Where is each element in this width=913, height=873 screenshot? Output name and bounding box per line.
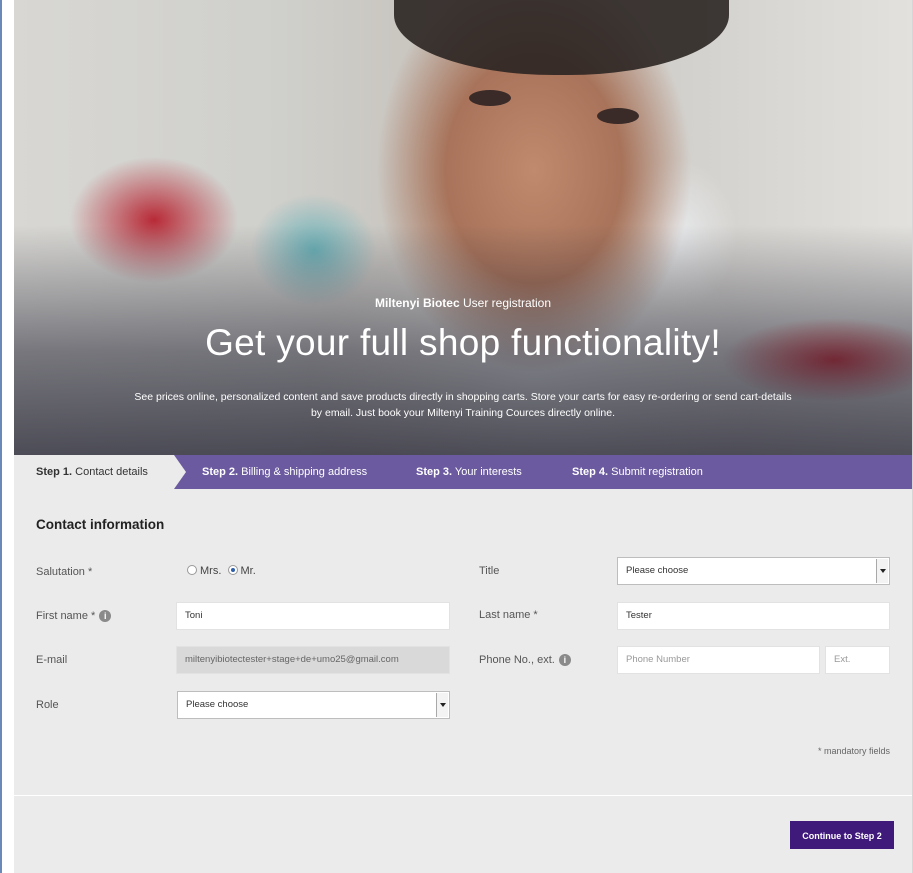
radio-mr[interactable] (227, 565, 238, 575)
first-name-label: First name * i (36, 610, 112, 623)
salutation-radio-group: Mrs. Mr. (187, 565, 256, 577)
last-name-field[interactable]: Tester (617, 602, 890, 630)
phone-number-field[interactable]: Phone Number (617, 646, 820, 674)
step-contact-details[interactable]: Step 1. Contact details (14, 455, 186, 489)
section-title: Contact information (36, 517, 165, 532)
radio-mrs-label[interactable]: Mrs. (200, 565, 221, 577)
radio-mr-label[interactable]: Mr. (241, 565, 256, 577)
info-icon[interactable]: i (99, 610, 112, 623)
hero-banner: Miltenyi Biotec User registration Get yo… (14, 0, 912, 455)
hero-brand: Miltenyi Biotec User registration (14, 296, 912, 310)
email-label: E-mail (36, 654, 68, 666)
radio-mrs[interactable] (187, 565, 197, 575)
email-field[interactable]: miltenyibiotectester+stage+de+umo25@gmai… (176, 646, 450, 674)
role-label: Role (36, 699, 59, 711)
registration-steps: Step 1. Contact details Step 2. Billing … (14, 455, 912, 489)
hero-photo (394, 0, 729, 75)
brand-subtitle: User registration (459, 296, 552, 310)
hero-photo-detail (469, 90, 511, 106)
phone-label: Phone No., ext. i (479, 654, 571, 667)
phone-ext-field[interactable]: Ext. (825, 646, 890, 674)
title-label: Title (479, 565, 500, 577)
continue-button[interactable]: Continue to Step 2 (790, 821, 894, 849)
title-select[interactable]: Please choose (617, 557, 890, 585)
first-name-field[interactable]: Toni (176, 602, 450, 630)
chevron-down-icon[interactable] (876, 559, 888, 583)
step-billing-shipping[interactable]: Step 2. Billing & shipping address (202, 455, 367, 489)
divider (14, 795, 912, 796)
brand-name: Miltenyi Biotec (374, 296, 460, 310)
last-name-label: Last name * (479, 609, 538, 621)
step-your-interests[interactable]: Step 3. Your interests (416, 455, 522, 489)
chevron-down-icon[interactable] (436, 693, 448, 717)
mandatory-note: * mandatory fields (817, 746, 890, 756)
hero-photo-detail (597, 108, 639, 124)
hero-description: See prices online, personalized content … (134, 391, 792, 419)
contact-form: Contact information Salutation * Mrs. Mr… (14, 489, 912, 873)
step-submit-registration[interactable]: Step 4. Submit registration (572, 455, 703, 489)
role-select[interactable]: Please choose (177, 691, 450, 719)
salutation-label: Salutation * (36, 566, 93, 578)
info-icon[interactable]: i (558, 654, 571, 667)
hero-title: Get your full shop functionality! (205, 322, 721, 363)
